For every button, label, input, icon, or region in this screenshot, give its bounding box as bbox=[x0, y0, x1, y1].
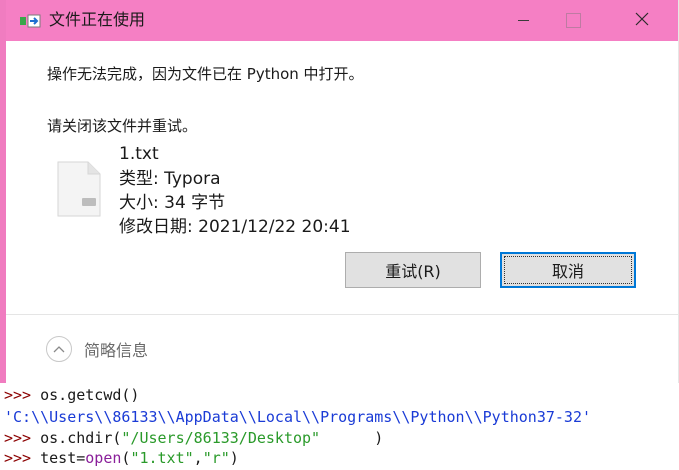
chevron-up-icon[interactable] bbox=[46, 336, 72, 362]
shell-builtin: open bbox=[85, 449, 122, 467]
shell-prompt: >>> bbox=[4, 449, 32, 467]
instruction-message: 请关闭该文件并重试。 bbox=[47, 117, 198, 135]
shell-prompt: >>> bbox=[4, 386, 32, 404]
file-name: 1.txt bbox=[119, 144, 159, 164]
shell-line: >>> test=open("1.txt","r") bbox=[4, 448, 239, 468]
close-button[interactable] bbox=[619, 0, 665, 41]
details-toggle[interactable]: 简略信息 bbox=[46, 334, 148, 364]
file-in-use-dialog: 文件正在使用 操作无法完成，因为文件已在 Python 中打开。 请关闭该文件并… bbox=[0, 0, 679, 383]
python-shell[interactable]: >>> os.getcwd() 'C:\\Users\\86133\\AppDa… bbox=[0, 383, 679, 470]
minimize-button[interactable] bbox=[500, 0, 546, 41]
shell-input: os.chdir( bbox=[40, 429, 122, 447]
file-size: 大小: 34 字节 bbox=[119, 193, 226, 213]
file-move-icon bbox=[20, 13, 42, 29]
shell-string: "/Users/86133/Desktop" bbox=[121, 429, 321, 447]
markdown-file-icon bbox=[56, 160, 102, 218]
shell-line: >>> os.chdir("/Users/86133/Desktop" ) bbox=[4, 428, 383, 448]
shell-output-line: 'C:\\Users\\86133\\AppData\\Local\\Progr… bbox=[4, 407, 591, 427]
details-label: 简略信息 bbox=[84, 341, 149, 360]
close-icon bbox=[635, 11, 649, 30]
file-modified-date: 修改日期: 2021/12/22 20:41 bbox=[119, 217, 351, 237]
shell-prompt: >>> bbox=[4, 429, 32, 447]
minimize-icon bbox=[517, 20, 529, 21]
shell-line: >>> os.getcwd() bbox=[4, 385, 139, 405]
shell-string: "r" bbox=[202, 449, 230, 467]
retry-button[interactable]: 重试(R) bbox=[345, 252, 481, 288]
error-message: 操作无法完成，因为文件已在 Python 中打开。 bbox=[47, 65, 364, 83]
file-type: 类型: Typora bbox=[119, 169, 221, 189]
shell-input: ) bbox=[229, 449, 239, 467]
shell-input: ) bbox=[320, 429, 384, 447]
maximize-button[interactable] bbox=[550, 0, 596, 41]
shell-input: , bbox=[193, 449, 203, 467]
shell-output: 'C:\\Users\\86133\\AppData\\Local\\Progr… bbox=[4, 408, 591, 426]
divider bbox=[6, 314, 678, 315]
screen: 文件正在使用 操作无法完成，因为文件已在 Python 中打开。 请关闭该文件并… bbox=[0, 0, 679, 470]
shell-input: os.getcwd() bbox=[40, 386, 140, 404]
dialog-title: 文件正在使用 bbox=[49, 10, 146, 29]
shell-input: test= bbox=[40, 449, 86, 467]
cancel-button[interactable]: 取消 bbox=[500, 252, 636, 288]
title-bar[interactable]: 文件正在使用 bbox=[6, 0, 678, 41]
maximize-icon bbox=[565, 13, 581, 28]
shell-string: "1.txt" bbox=[130, 449, 194, 467]
